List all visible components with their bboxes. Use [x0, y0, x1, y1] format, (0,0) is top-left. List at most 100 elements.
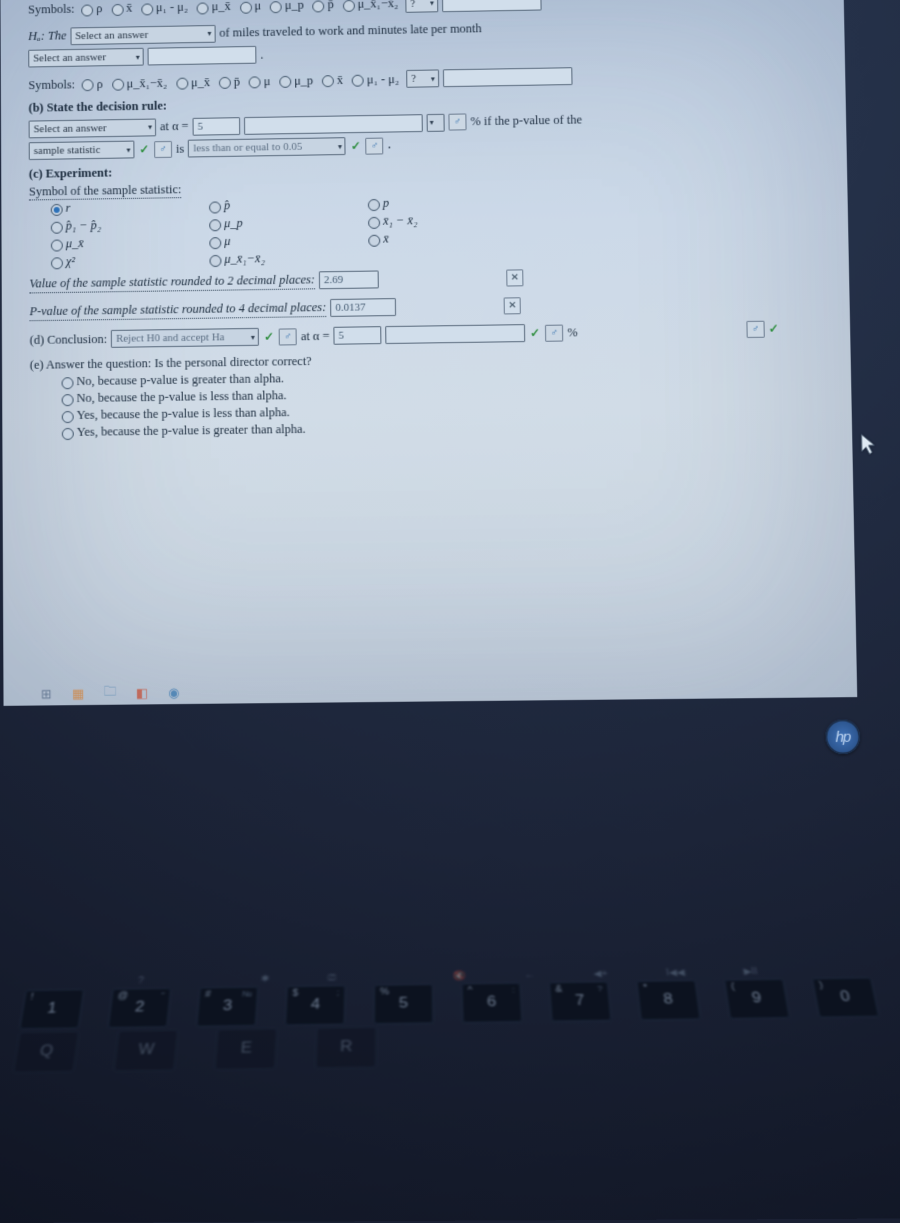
task-icon-1[interactable]: ▦	[69, 685, 87, 703]
ha-select-2[interactable]: Select an answer▾	[28, 48, 143, 68]
check-icon-2: ✓	[350, 138, 362, 153]
radio-p[interactable]: p	[368, 194, 488, 211]
sym2-muxbar[interactable]: μ_x̄	[173, 74, 213, 91]
radio-chi2[interactable]: χ²	[51, 253, 170, 270]
screen-viewport: ⠿ Apps ▣ Dashboard ▤ Home Page - my.IV..…	[0, 0, 857, 706]
hp-logo: hp	[825, 719, 860, 754]
conclusion-select[interactable]: Reject H0 and accept Ha▾	[111, 328, 259, 348]
grade-badge: ♂ ✓	[746, 321, 780, 338]
symbols-label: Symbols:	[28, 2, 75, 18]
taskbar: ⊞ ▦ 🗀 ◧ ◉	[33, 679, 187, 709]
radio-xbar[interactable]: x̄	[368, 230, 488, 247]
sym-pbar[interactable]: p̄	[310, 0, 337, 13]
radio-r[interactable]: r	[51, 199, 170, 216]
condition-select[interactable]: less than or equal to 0.05▾	[188, 137, 346, 157]
check-icon-4: ✓	[263, 329, 275, 344]
symbol-radio-table: r p̂ p p̂₁ − p̂₂ μ_p x̄₁ − x̄₂ μ_x̄ μ x̄…	[51, 194, 528, 270]
key-8: *8	[636, 980, 700, 1020]
sym-muxdiff[interactable]: μ_x̄₁−x̄₂	[340, 0, 402, 13]
at-alpha-label-2: at α =	[301, 328, 330, 343]
p-value-row: P-value of the sample statistic rounded …	[29, 292, 829, 321]
q-select-2[interactable]: ?▾	[406, 69, 439, 87]
sym-xbar[interactable]: x̄	[108, 0, 135, 17]
key-6: ^:6	[461, 983, 522, 1023]
sym2-input[interactable]	[443, 67, 573, 87]
radio-muxdiff[interactable]: μ_x̄₁−x̄₂	[209, 250, 328, 267]
ha-input[interactable]	[148, 46, 257, 66]
key-Q: Q	[13, 1031, 80, 1073]
key-3: #№3	[196, 987, 258, 1027]
conclusion-blank[interactable]	[385, 324, 525, 344]
link-icon-2[interactable]: ♂	[154, 140, 172, 157]
radio-mu[interactable]: μ	[209, 233, 328, 250]
part-d-label: (d) Conclusion:	[30, 332, 107, 348]
keyboard: ? ✱⎚ 🔇 ←◀+ I◀◀▶II !1@"2#№3$;4%5^:6&?7*8(…	[0, 962, 900, 1077]
key-4: $;4	[285, 985, 346, 1025]
key-2: @"2	[108, 988, 172, 1028]
task-icon-4[interactable]: ◉	[165, 684, 183, 702]
sym2-rho[interactable]: ρ	[79, 76, 106, 93]
key-0: )0	[812, 978, 880, 1018]
sample-stat-value-input[interactable]: 2.69	[319, 270, 379, 289]
dr-select-1[interactable]: Select an answer▾	[29, 118, 156, 138]
task-icon-2[interactable]: 🗀	[101, 685, 119, 703]
radio-phatdiff[interactable]: p̂₁ − p̂₂	[51, 217, 170, 234]
alpha-input-1[interactable]: 5	[192, 117, 240, 136]
check-icon-3: ✓	[767, 322, 779, 337]
sym2-pbar[interactable]: p̄	[216, 73, 243, 90]
check-icon: ✓	[138, 142, 150, 157]
sym1-input[interactable]	[442, 0, 542, 12]
radio-mup[interactable]: μ_p	[209, 215, 328, 232]
link-icon-6[interactable]: ♂	[545, 324, 563, 341]
sym-mudiff[interactable]: μ₁ - μ₂	[138, 0, 191, 16]
sample-stat-symbol-label: Symbol of the sample statistic:	[29, 182, 182, 200]
sym2-mudiff[interactable]: μ₁ - μ₂	[349, 71, 402, 89]
sym-mu[interactable]: μ	[237, 0, 265, 15]
link-icon[interactable]: ♂	[448, 113, 466, 130]
part-e-options: No, because p-value is greater than alph…	[62, 364, 832, 440]
key-7: &?7	[549, 981, 612, 1021]
sym2-mup[interactable]: μ_p	[276, 72, 316, 89]
key-1: !1	[19, 989, 84, 1029]
sym-muxbar[interactable]: μ_x̄	[194, 0, 234, 16]
radio-muxbar[interactable]: μ_x̄	[51, 235, 170, 252]
key-W: W	[114, 1030, 179, 1072]
pval-label: P-value of the sample statistic rounded …	[29, 300, 326, 321]
sym2-muxdiff[interactable]: μ_x̄₁−x̄₂	[109, 74, 171, 92]
part-d-row: (d) Conclusion: Reject H0 and accept Ha▾…	[30, 320, 831, 349]
val-label: Value of the sample statistic rounded to…	[29, 272, 315, 293]
mouse-cursor-icon	[859, 432, 878, 456]
q-select-1[interactable]: ?▾	[405, 0, 438, 12]
task-icon-3[interactable]: ◧	[133, 684, 151, 702]
sym-rho[interactable]: ρ	[78, 0, 105, 17]
clear-icon-2[interactable]: ✕	[504, 297, 521, 314]
link-icon-4[interactable]: ♂	[746, 321, 764, 338]
clear-icon[interactable]: ✕	[506, 269, 523, 286]
key-R: R	[315, 1027, 376, 1069]
sample-stat-select[interactable]: sample statistic▾	[29, 141, 135, 160]
sym2-xbar[interactable]: x̄	[319, 72, 346, 89]
key-5: %5	[374, 984, 434, 1024]
radio-xbardiff[interactable]: x̄₁ − x̄₂	[368, 212, 488, 229]
sym-mup[interactable]: μ_p	[267, 0, 307, 14]
key-9: (9	[724, 979, 790, 1019]
at-alpha-label: at α =	[160, 119, 189, 134]
percent-tail: %	[567, 325, 578, 340]
ha-text: of miles traveled to work and minutes la…	[219, 21, 482, 40]
dr-select-mini[interactable]: ▾	[426, 113, 444, 131]
radio-phat[interactable]: p̂	[209, 197, 328, 214]
dr-blank-input[interactable]	[244, 114, 423, 135]
link-icon-5[interactable]: ♂	[279, 328, 297, 345]
p-value-input[interactable]: 0.0137	[330, 298, 396, 317]
key-E: E	[214, 1028, 277, 1070]
link-icon-3[interactable]: ♂	[366, 137, 384, 154]
ha-label: Hₐ: The	[28, 29, 66, 44]
symbols2-label: Symbols:	[28, 77, 75, 93]
alpha-input-2[interactable]: 5	[333, 326, 381, 345]
photo-scene: ⠿ Apps ▣ Dashboard ▤ Home Page - my.IV..…	[0, 0, 900, 1223]
dr-tail-text: % if the p-value of the	[470, 113, 582, 130]
check-icon-5: ✓	[529, 325, 541, 340]
sym2-mu[interactable]: μ	[246, 73, 274, 90]
ha-select-1[interactable]: Select an answer▾	[70, 24, 215, 44]
start-icon[interactable]: ⊞	[37, 685, 55, 703]
